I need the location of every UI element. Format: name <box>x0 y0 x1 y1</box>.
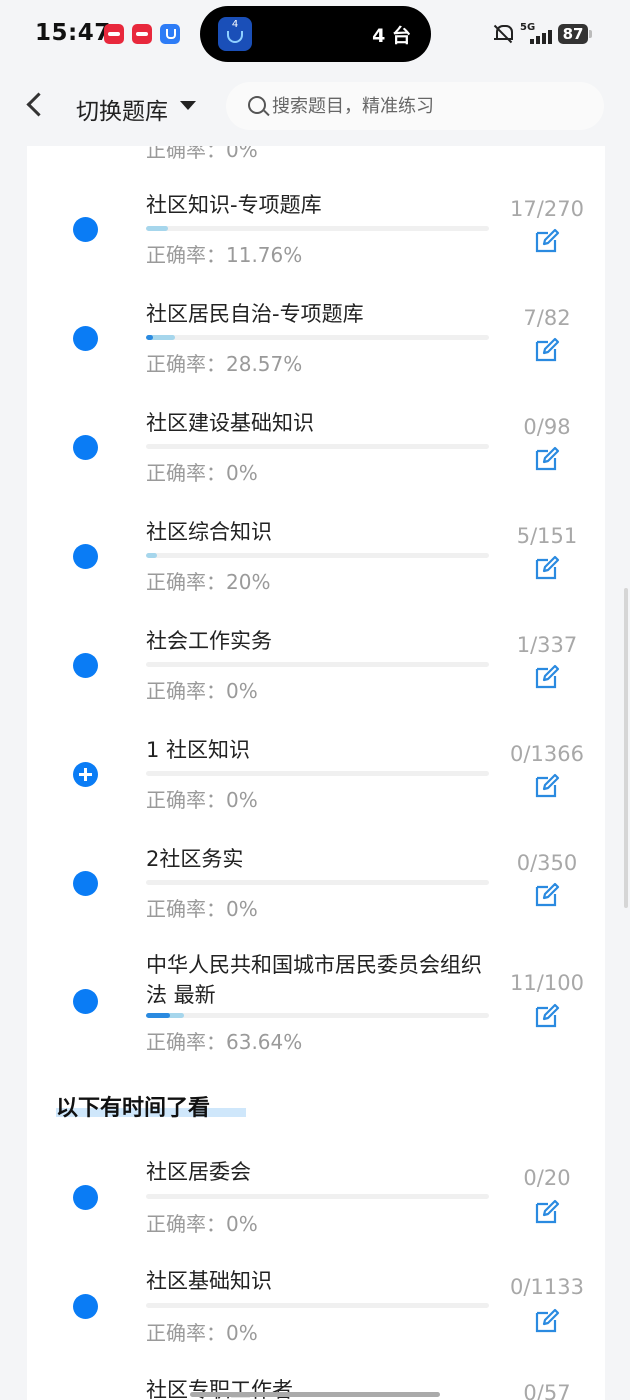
progress-bar <box>146 1013 489 1018</box>
status-dot <box>73 544 98 569</box>
search-icon <box>248 96 266 114</box>
bank-switch-title[interactable]: 切换题库 <box>76 92 168 126</box>
edit-icon[interactable] <box>534 882 560 908</box>
status-dot <box>73 1294 98 1319</box>
edit-icon[interactable] <box>534 228 560 254</box>
question-count: 0/57 <box>523 1381 571 1400</box>
accuracy-text: 正确率：0% <box>146 788 258 812</box>
edit-icon[interactable] <box>534 555 560 581</box>
item-title: 社会工作实务 <box>146 629 272 653</box>
status-bar: 15:47 4 4 台 5G 87 <box>0 0 630 68</box>
item-title: 社区知识-专项题库 <box>146 193 322 217</box>
app-notification-icon <box>104 24 124 44</box>
item-title: 中华人民共和国城市居民委员会组织法 最新 <box>146 953 482 1007</box>
progress-bar <box>146 1303 489 1308</box>
island-badge: 4 <box>231 19 239 30</box>
item-title: 社区建设基础知识 <box>146 411 314 435</box>
progress-bar <box>146 1194 489 1199</box>
accuracy-text: 正确率：20% <box>146 570 271 594</box>
item-title: 社区居委会 <box>146 1160 251 1184</box>
progress-bar <box>146 771 489 776</box>
accuracy-text: 正确率：0% <box>146 1212 258 1236</box>
search-input[interactable] <box>272 82 592 130</box>
section-title: 以下有时间了看 <box>56 1096 211 1121</box>
question-count: 0/98 <box>523 415 571 439</box>
accuracy-text: 正确率：0% <box>146 679 258 703</box>
accuracy-text: 正确率：11.76% <box>146 243 303 267</box>
search-box[interactable] <box>226 82 604 130</box>
question-count: 1/337 <box>516 633 578 657</box>
accuracy-text: 正确率：28.57% <box>146 352 303 376</box>
progress-bar <box>146 444 489 449</box>
status-dot <box>73 435 98 460</box>
accuracy-text: 正确率：0% <box>146 1321 258 1345</box>
question-count: 11/100 <box>510 971 584 995</box>
accuracy-text: 正确率：0% <box>146 897 258 921</box>
item-title: 社区基础知识 <box>146 1269 272 1293</box>
status-dot <box>73 653 98 678</box>
battery-icon: 87 <box>558 24 592 44</box>
caret-down-icon[interactable] <box>180 101 196 110</box>
broadcast-app-icon: 4 <box>218 17 252 51</box>
edit-icon[interactable] <box>534 446 560 472</box>
status-dot <box>73 989 98 1014</box>
question-count: 0/350 <box>516 851 578 875</box>
item-title: 1 社区知识 <box>146 738 251 762</box>
signal-icon: 5G <box>520 22 554 46</box>
edit-icon[interactable] <box>534 1003 560 1029</box>
progress-bar <box>146 553 489 558</box>
header: 切换题库 <box>0 68 630 146</box>
island-text: 4 台 <box>372 25 411 47</box>
clock: 15:47 <box>35 20 111 46</box>
question-count: 0/1366 <box>510 742 584 766</box>
mute-bell-icon <box>493 24 513 44</box>
item-title: 社区居民自治-专项题库 <box>146 302 364 326</box>
status-dot <box>73 326 98 351</box>
dynamic-island[interactable]: 4 4 台 <box>200 6 431 62</box>
app-notification-icon <box>160 24 180 44</box>
question-bank-list: 正确率：0% 社区知识-专项题库 正确率：11.76% 17/270 社区居民自… <box>27 146 605 1400</box>
edit-icon[interactable] <box>534 773 560 799</box>
scrollbar[interactable] <box>624 588 628 908</box>
edit-icon[interactable] <box>534 337 560 363</box>
edit-icon[interactable] <box>534 1308 560 1334</box>
item-title: 2社区务实 <box>146 847 244 871</box>
status-dot <box>73 217 98 242</box>
progress-bar <box>146 880 489 885</box>
network-type: 5G <box>520 22 536 33</box>
progress-bar <box>146 335 489 340</box>
question-count: 7/82 <box>523 306 571 330</box>
question-count: 17/270 <box>510 197 584 221</box>
back-icon[interactable] <box>26 92 51 117</box>
app-notification-icon <box>132 24 152 44</box>
edit-icon[interactable] <box>534 1199 560 1225</box>
question-count: 0/1133 <box>510 1275 584 1299</box>
progress-bar <box>146 662 489 667</box>
question-count: 5/151 <box>516 524 578 548</box>
status-dot <box>73 1185 98 1210</box>
status-dot <box>73 871 98 896</box>
item-title: 社区综合知识 <box>146 520 272 544</box>
progress-bar <box>146 226 489 231</box>
accuracy-text: 正确率：0% <box>146 461 258 485</box>
plus-circle-icon[interactable] <box>73 762 98 787</box>
accuracy-text: 正确率：0% <box>146 146 258 162</box>
accuracy-text: 正确率：63.64% <box>146 1030 303 1054</box>
question-count: 0/20 <box>523 1166 571 1190</box>
home-indicator[interactable] <box>190 1392 440 1397</box>
edit-icon[interactable] <box>534 664 560 690</box>
